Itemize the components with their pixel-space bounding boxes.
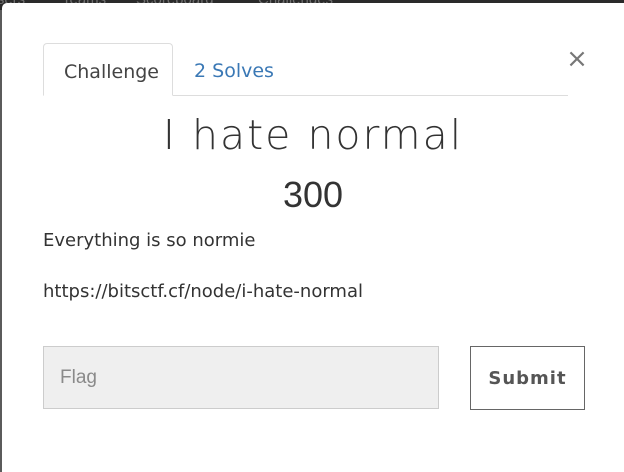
tab-solves[interactable]: 2 Solves	[174, 43, 294, 95]
submit-button[interactable]: Submit	[470, 346, 585, 410]
close-icon[interactable]: ×	[566, 46, 588, 72]
challenge-value: 300	[282, 174, 344, 215]
flag-input[interactable]	[43, 346, 439, 409]
modal-tabs: Challenge 2 Solves	[43, 43, 568, 96]
tab-challenge[interactable]: Challenge	[43, 43, 173, 96]
challenge-modal: Challenge 2 Solves × I hate normal 300 E…	[2, 3, 624, 472]
challenge-description: Everything is so normie	[43, 230, 256, 251]
challenge-title: I hate normal	[162, 111, 464, 159]
challenge-link[interactable]: https://bitsctf.cf/node/i-hate-normal	[43, 281, 363, 302]
